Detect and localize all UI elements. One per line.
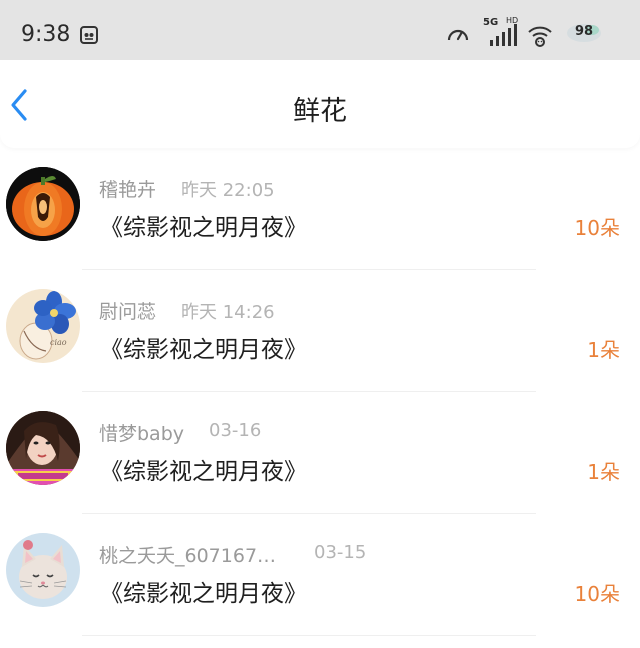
divider	[82, 635, 536, 636]
flower-count: 10朵	[574, 582, 620, 606]
battery-level: 98	[574, 24, 594, 39]
sent-time: 昨天 22:05	[181, 180, 275, 201]
book-title[interactable]: 《综影视之明月夜》	[100, 330, 307, 364]
wifi-icon	[527, 20, 553, 52]
sender-name: 尉问蕊	[99, 301, 157, 323]
sender-name: 稽艳卉	[99, 179, 157, 201]
status-bar: 9:38 5G HD 98	[0, 0, 640, 60]
app-notification-icon	[80, 26, 98, 48]
nav-bar: 鲜花	[0, 60, 640, 148]
portrait-avatar[interactable]	[6, 411, 80, 485]
flower-count: 1朵	[587, 338, 620, 362]
book-title[interactable]: 《综影视之明月夜》	[100, 574, 307, 608]
book-title[interactable]: 《综影视之明月夜》	[100, 208, 307, 242]
list-item[interactable]: 桃之夭夭_607167… 03-15 《综影视之明月夜》 10朵	[0, 514, 640, 636]
pumpkin-avatar[interactable]	[6, 167, 80, 241]
list-item[interactable]: 稽艳卉 昨天 22:05 《综影视之明月夜》 10朵	[0, 148, 640, 270]
page-title: 鲜花	[293, 96, 347, 127]
sent-time: 03-15	[314, 542, 367, 563]
flower-count: 1朵	[587, 460, 620, 484]
sender-name: 惜梦baby	[99, 423, 185, 445]
list-item[interactable]: 惜梦baby 03-16 《综影视之明月夜》 1朵	[0, 392, 640, 514]
svg-text:ciao: ciao	[50, 338, 67, 347]
sent-time: 03-16	[209, 420, 262, 441]
status-time: 9:38	[21, 22, 71, 47]
list-item[interactable]: ciao 尉问蕊 昨天 14:26 《综影视之明月夜》 1朵	[0, 270, 640, 392]
kitten-avatar[interactable]	[6, 533, 80, 607]
battery-indicator: 98	[566, 22, 602, 44]
sender-name: 桃之夭夭_607167…	[99, 545, 277, 567]
signal-strength-icon	[490, 24, 517, 46]
sent-time: 昨天 14:26	[181, 302, 275, 323]
flower-gift-list: 稽艳卉 昨天 22:05 《综影视之明月夜》 10朵 ciao 尉问蕊 昨天 1…	[0, 148, 640, 636]
flower-count: 10朵	[574, 216, 620, 240]
book-title[interactable]: 《综影视之明月夜》	[100, 452, 307, 486]
speedometer-icon	[447, 25, 469, 49]
blue-flower-avatar[interactable]: ciao	[6, 289, 80, 363]
